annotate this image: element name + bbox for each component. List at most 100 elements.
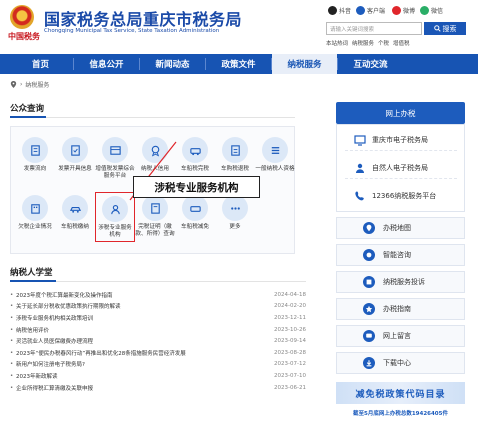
purchase-tax-icon (222, 137, 248, 163)
list-item[interactable]: • 纳税信用评价 2023-10-26 (10, 324, 306, 336)
list-item-date: 2023-08-28 (274, 349, 306, 356)
list-item-title: 灵活就业人员医保缴费办理流程 (16, 339, 94, 346)
query-item-label: 纳税人信用 (141, 166, 169, 172)
query-item-general-taxpayer[interactable]: 一般纳税人资格 (255, 137, 295, 173)
query-item-invoice-issue[interactable]: 发票开具信息 (55, 137, 95, 173)
online-tax-count: 截至5月底网上办税总数19426405件 (353, 411, 448, 417)
query-item-label: 车船税完税 (181, 166, 209, 172)
brand-slogan: 中国税务 (8, 31, 40, 41)
query-item-professional-service[interactable]: 涉税专业服务机构 (95, 192, 135, 242)
map-pin-icon (363, 222, 375, 234)
query-item-tax-certificate[interactable]: 完税证明（缴款、所得）查询 (135, 195, 175, 238)
list-item-date: 2023-09-14 (274, 338, 306, 345)
arrears-enterprise-icon (22, 195, 48, 221)
query-item-label: 涉税专业服务机构 (98, 225, 132, 238)
nav-item-policy[interactable]: 政策文件 (206, 54, 271, 74)
vat-platform-icon (102, 137, 128, 163)
list-item-date: 2023-10-26 (274, 326, 306, 333)
query-item-vessel-payment[interactable]: 车船税缴纳 (55, 195, 95, 231)
message-icon (363, 330, 375, 342)
query-item-label: 车船税缴纳 (61, 224, 89, 230)
list-item-title: 2023年度个税汇算最新变化及操作指南 (16, 292, 113, 299)
search-input[interactable]: 请输入关键词搜索 (326, 22, 422, 35)
list-item-title: 纳税信用评价 (16, 327, 50, 334)
service-platform-icon (353, 190, 366, 203)
hotword-link[interactable]: 增值税 (393, 39, 410, 47)
list-item[interactable]: • 2023年度个税汇算最新变化及操作指南 2024-04-18 (10, 289, 306, 301)
social-label: 微博 (403, 8, 416, 15)
hotword-link[interactable]: 个税 (378, 39, 389, 47)
query-item-arrears-enterprise[interactable]: 欠税企业情况 (15, 195, 55, 231)
mobile-client-icon (356, 6, 365, 15)
nav-item-interaction[interactable]: 互动交流 (338, 54, 403, 74)
location-pin-icon (10, 81, 17, 88)
search-button[interactable]: 搜索 (424, 22, 466, 35)
public-query-title: 公众查询 (10, 104, 45, 114)
vessel-payment-icon (62, 195, 88, 221)
guide-icon (363, 303, 375, 315)
nav-item-home[interactable]: 首页 (8, 54, 73, 74)
query-item-label: 一般纳税人资格 (255, 166, 295, 172)
query-item-purchase-tax[interactable]: 车购税退税 (215, 137, 255, 173)
nav-item-info-disclosure[interactable]: 信息公开 (74, 54, 139, 74)
online-tax-header[interactable]: 网上办税 (336, 102, 465, 124)
link-natural-person[interactable]: 自然人电子税务局 (345, 157, 457, 179)
list-item[interactable]: • 关于延长部分税收优惠政策执行期限的解读 2024-02-20 (10, 301, 306, 313)
site-subtitle: Chongqing Municipal Tax Service, State T… (44, 28, 220, 34)
vessel-tax-icon (182, 137, 208, 163)
query-item-more[interactable]: 更多 (215, 195, 255, 231)
query-item-vessel-tax[interactable]: 车船税完税 (175, 137, 215, 173)
service-download[interactable]: 下载中心 (336, 352, 465, 374)
list-item-date: 2023-12-11 (274, 314, 306, 321)
hotwords: 本站热词 纳税服务 个税 增值税 (326, 39, 410, 47)
breadcrumb-item[interactable]: 纳税服务 (25, 80, 49, 89)
query-item-vat-platform[interactable]: 增值税发票综合服务平台 (95, 137, 135, 180)
service-tax-map[interactable]: 办税地图 (336, 217, 465, 239)
hotword-link[interactable]: 纳税服务 (352, 39, 374, 47)
link-label: 12366纳税服务平台 (372, 192, 437, 200)
main-nav: 首页 信息公开 新闻动态 政策文件 纳税服务 互动交流 (0, 54, 478, 74)
list-item[interactable]: • 灵活就业人员医保缴费办理流程 2023-09-14 (10, 335, 306, 347)
list-item-date: 2024-04-18 (274, 291, 306, 298)
query-item-label: 发票开具信息 (58, 166, 92, 172)
social-wechat[interactable]: 微信 (420, 6, 443, 15)
social-label: 客户端 (367, 8, 386, 15)
query-item-vessel-relief[interactable]: 车船税减免 (175, 195, 215, 231)
list-item[interactable]: • 企业所得税汇算清缴及关联申报 2023-06-21 (10, 382, 306, 394)
service-smart-consult[interactable]: 智能咨询 (336, 244, 465, 266)
query-item-invoice-flow[interactable]: 发票流向 (15, 137, 55, 173)
list-item[interactable]: • 新用户如何注册电子税务局? 2023-07-12 (10, 359, 306, 371)
online-tax-panel: 重庆市电子税务局 自然人电子税务局 12366纳税服务平台 (336, 124, 465, 212)
social-weibo[interactable]: 微博 (392, 6, 415, 15)
service-complaint[interactable]: 纳税服务投诉 (336, 271, 465, 293)
link-e-tax-bureau[interactable]: 重庆市电子税务局 (345, 129, 457, 151)
section-divider (10, 117, 295, 118)
nav-item-news[interactable]: 新闻动态 (140, 54, 205, 74)
hotwords-label: 本站热词 (326, 41, 349, 47)
invoice-flow-icon (22, 137, 48, 163)
social-douyin[interactable]: 抖音 (328, 6, 351, 15)
list-item-title: 企业所得税汇算清缴及关联申报 (16, 385, 94, 392)
service-guide[interactable]: 办税指南 (336, 298, 465, 320)
tax-relief-code-banner[interactable]: 减免税政策代码目录 (336, 382, 465, 404)
weibo-icon (392, 6, 401, 15)
tax-certificate-icon (142, 195, 168, 221)
site-title[interactable]: 国家税务总局重庆市税务局 (44, 6, 242, 30)
query-item-label: 车船税减免 (181, 224, 209, 230)
service-label: 办税指南 (383, 305, 411, 313)
section-accent-bar (10, 116, 46, 118)
list-item-date: 2023-07-12 (274, 361, 306, 368)
list-item[interactable]: • 2023年新政解读 2023-07-10 (10, 370, 306, 382)
social-mobile-client[interactable]: 客户端 (356, 6, 385, 15)
list-item-date: 2023-06-21 (274, 384, 306, 391)
list-item[interactable]: • 2023年“便民办税春风行动”再推出和优化28条措施服务民营经济发展 2023-… (10, 347, 306, 359)
nav-item-tax-service[interactable]: 纳税服务 (272, 54, 337, 74)
national-emblem-icon (10, 5, 34, 29)
link-service-platform[interactable]: 12366纳税服务平台 (345, 185, 457, 207)
query-item-label: 欠税企业情况 (18, 224, 52, 230)
list-item[interactable]: • 涉税专业服务机构相关政策培训 2023-12-11 (10, 312, 306, 324)
smart-consult-icon (363, 249, 375, 261)
query-item-taxpayer-credit[interactable]: 纳税人信用 (135, 137, 175, 173)
more-icon (222, 195, 248, 221)
service-message[interactable]: 网上留言 (336, 325, 465, 347)
